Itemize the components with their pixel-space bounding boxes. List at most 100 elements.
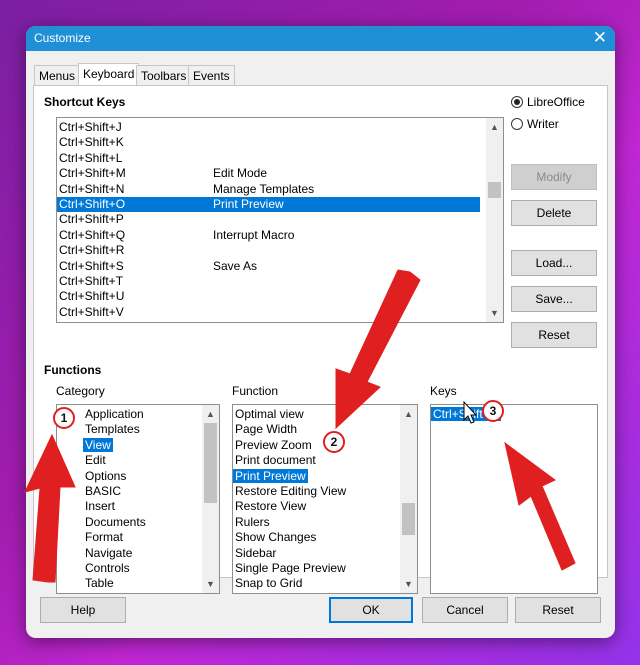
shortcut-key: Ctrl+Shift+L (59, 150, 123, 165)
shortcut-row[interactable]: Ctrl+Shift+U (57, 289, 480, 304)
reset-side-button[interactable]: Reset (511, 322, 597, 348)
category-scrollbar[interactable]: ▲ ▼ (202, 405, 219, 593)
radio-selected-icon (511, 96, 523, 108)
shortcut-row[interactable]: Ctrl+Shift+M Edit Mode (57, 166, 480, 181)
shortcut-row[interactable]: Ctrl+Shift+R (57, 243, 480, 258)
category-item[interactable]: Edit (83, 453, 203, 468)
save-button[interactable]: Save... (511, 286, 597, 312)
category-item[interactable]: View (83, 437, 203, 453)
radio-writer-label: Writer (527, 117, 559, 131)
category-item[interactable]: Format (83, 530, 203, 545)
scroll-up-icon[interactable]: ▲ (400, 407, 417, 421)
category-item-label: View (83, 437, 113, 452)
shortcut-row[interactable]: Ctrl+Shift+P (57, 212, 480, 227)
function-item-label: Optimal view (235, 407, 304, 421)
title-bar[interactable]: Customize ✕ (26, 26, 615, 51)
function-item[interactable]: Restore View (233, 499, 399, 514)
category-item[interactable]: Controls (83, 561, 203, 576)
radio-writer[interactable]: Writer (511, 117, 559, 131)
function-item[interactable]: Preview Zoom (233, 438, 399, 453)
scroll-thumb[interactable] (204, 423, 217, 503)
ok-button[interactable]: OK (329, 597, 413, 623)
tab-keyboard[interactable]: Keyboard (78, 63, 140, 86)
keys-label: Keys (430, 384, 457, 398)
shortcut-command: Save As (213, 258, 258, 273)
customize-dialog: Customize ✕ Menus Keyboard Toolbars Even… (26, 26, 615, 638)
shortcut-keys-list[interactable]: Ctrl+Shift+WCtrl+Shift+VCtrl+Shift+UCtrl… (56, 117, 504, 323)
scroll-thumb[interactable] (402, 503, 415, 535)
function-item[interactable]: Print document (233, 453, 399, 468)
shortcut-key: Ctrl+Shift+P (59, 212, 124, 227)
category-item[interactable]: BASIC (83, 484, 203, 499)
shortcut-key: Ctrl+Shift+J (59, 120, 122, 134)
annotation-badge-1: 1 (53, 407, 75, 429)
scroll-up-icon[interactable]: ▲ (202, 407, 219, 421)
category-item[interactable]: Templates (83, 422, 203, 437)
delete-button[interactable]: Delete (511, 200, 597, 226)
scroll-thumb[interactable] (488, 182, 501, 198)
shortcut-command: Manage Templates (213, 181, 315, 196)
function-item[interactable]: Restore Editing View (233, 484, 399, 499)
category-item-label: Application (85, 407, 144, 421)
shortcut-row[interactable]: Ctrl+Shift+N Manage Templates (57, 182, 480, 197)
shortcut-row[interactable]: Ctrl+Shift+O Print Preview (57, 197, 480, 212)
scroll-down-icon[interactable]: ▼ (400, 577, 417, 591)
help-button[interactable]: Help (40, 597, 126, 623)
function-item-label: Preview Zoom (235, 437, 312, 452)
function-item[interactable]: Print Preview (233, 468, 399, 484)
shortcut-row[interactable]: Ctrl+Shift+V (57, 305, 480, 320)
category-item[interactable]: Navigate (83, 546, 203, 561)
category-item[interactable]: Documents (83, 515, 203, 530)
shortcut-row[interactable]: Ctrl+Shift+Q Interrupt Macro (57, 228, 480, 243)
function-item[interactable]: Optimal view (233, 407, 399, 422)
category-item-label: Controls (85, 561, 130, 575)
tab-toolbars[interactable]: Toolbars (136, 65, 192, 85)
shortcut-key: Ctrl+Shift+U (59, 289, 125, 304)
tab-events[interactable]: Events (188, 65, 235, 85)
shortcut-key: Ctrl+Shift+K (59, 135, 124, 150)
shortcut-row[interactable]: Ctrl+Shift+S Save As (57, 259, 480, 274)
shortcut-key: Ctrl+Shift+O (59, 197, 126, 211)
cancel-button[interactable]: Cancel (422, 597, 508, 623)
key-item[interactable]: Ctrl+Shift+O (431, 407, 591, 422)
shortcut-command: Interrupt Macro (213, 227, 295, 242)
shortcut-keys-heading: Shortcut Keys (44, 95, 126, 109)
function-item[interactable]: Rulers (233, 515, 399, 530)
category-item-label: BASIC (85, 484, 122, 498)
keys-list[interactable]: Ctrl+Shift+O (430, 404, 598, 594)
shortcut-row[interactable]: Ctrl+Shift+T (57, 274, 480, 289)
category-list[interactable]: ▲ ▼ Application Templates View Edit Options B… (56, 404, 220, 594)
radio-libreoffice[interactable]: LibreOffice (511, 95, 585, 109)
tab-menus[interactable]: Menus (34, 65, 81, 85)
scroll-down-icon[interactable]: ▼ (202, 577, 219, 591)
close-icon[interactable]: ✕ (593, 28, 607, 48)
category-item-label: Navigate (85, 545, 133, 560)
reset-button[interactable]: Reset (515, 597, 601, 623)
function-item[interactable]: Sidebar (233, 546, 399, 561)
shortcut-row[interactable]: Ctrl+Shift+L (57, 151, 480, 166)
modify-button[interactable]: Modify (511, 164, 597, 190)
shortcut-key: Ctrl+Shift+R (59, 243, 125, 258)
category-item-label: Documents (85, 514, 146, 529)
radio-libreoffice-label: LibreOffice (527, 95, 585, 109)
function-item[interactable]: Page Width (233, 422, 399, 437)
category-item[interactable]: Application (83, 407, 203, 422)
function-item[interactable]: Show Changes (233, 530, 399, 545)
scroll-up-icon[interactable]: ▲ (486, 120, 503, 134)
function-list[interactable]: ▲ ▼ Optimal view Page Width Preview Zoom Pr… (232, 404, 418, 594)
shortcut-row[interactable]: Ctrl+Shift+K (57, 135, 480, 150)
load-button[interactable]: Load... (511, 250, 597, 276)
category-item[interactable]: Options (83, 469, 203, 484)
window-title: Customize (34, 31, 91, 45)
shortcut-row[interactable]: Ctrl+Shift+W (57, 320, 480, 322)
category-item[interactable]: Table (83, 576, 203, 591)
function-item-label: Snap to Grid (235, 576, 303, 591)
shortcut-keys-scrollbar[interactable]: ▲ ▼ (486, 118, 503, 322)
scroll-down-icon[interactable]: ▼ (486, 306, 503, 320)
shortcut-row[interactable]: Ctrl+Shift+J (57, 120, 480, 135)
radio-unselected-icon (511, 118, 523, 130)
function-scrollbar[interactable]: ▲ ▼ (400, 405, 417, 593)
function-item[interactable]: Single Page Preview (233, 561, 399, 576)
function-item[interactable]: Snap to Grid (233, 576, 399, 591)
category-item[interactable]: Insert (83, 499, 203, 514)
